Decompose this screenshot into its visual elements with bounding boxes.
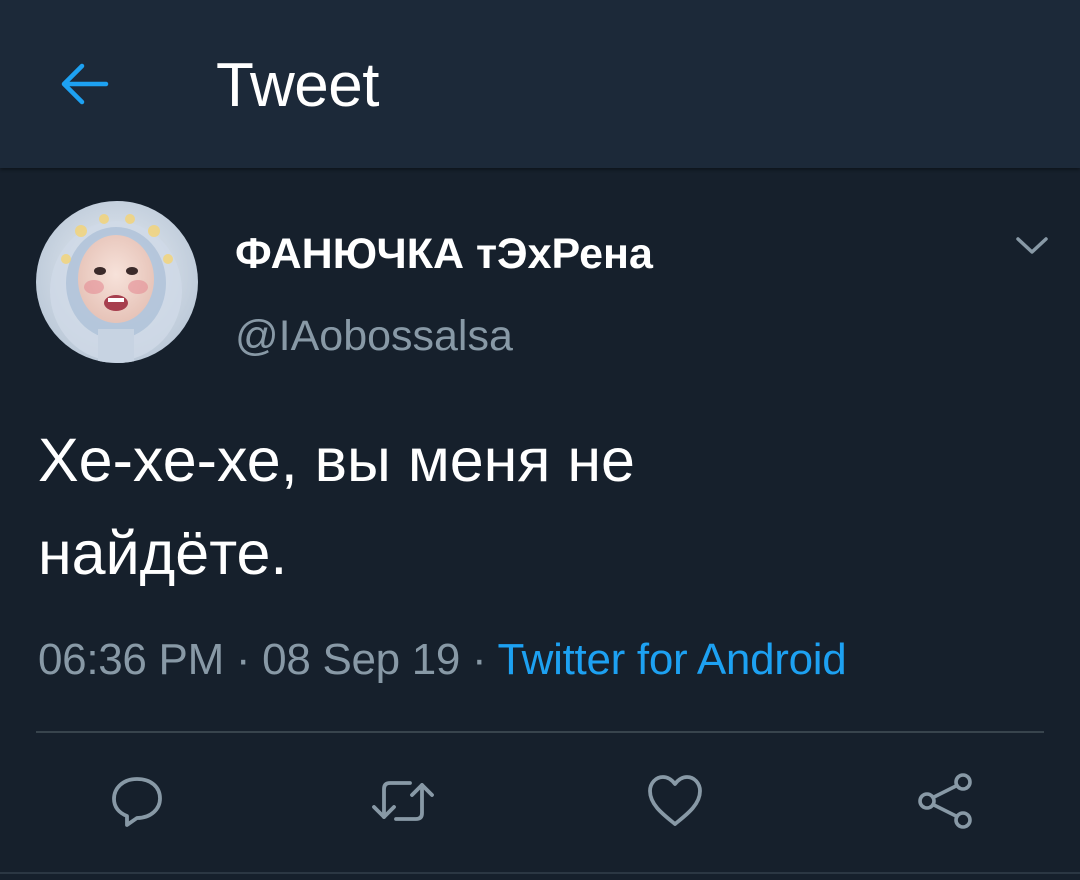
author-handle[interactable]: @IAobossalsa bbox=[235, 310, 513, 362]
separator: · bbox=[472, 635, 487, 684]
back-button[interactable] bbox=[52, 52, 116, 116]
tweet-menu-button[interactable] bbox=[1010, 226, 1054, 266]
divider bbox=[36, 731, 1044, 733]
page-title: Tweet bbox=[216, 51, 379, 120]
share-icon bbox=[918, 773, 972, 829]
divider bbox=[0, 872, 1080, 874]
tweet-detail-screen: Tweet ФАНЮЧКА тЭхРена @IAobossalsa Хе-хе… bbox=[0, 0, 1080, 880]
arrow-left-icon bbox=[61, 63, 109, 105]
like-button[interactable] bbox=[640, 766, 710, 836]
retweet-button[interactable] bbox=[368, 766, 438, 836]
tweet-source-link[interactable]: Twitter for Android bbox=[498, 635, 847, 684]
avatar-photo bbox=[36, 201, 198, 363]
separator: · bbox=[235, 635, 251, 684]
heart-icon bbox=[648, 775, 702, 826]
tweet-time: 06:36 PM bbox=[38, 635, 224, 684]
share-button[interactable] bbox=[910, 766, 980, 836]
retweet-icon bbox=[372, 781, 434, 821]
top-app-bar: Tweet bbox=[0, 0, 1080, 168]
tweet-date: 08 Sep 19 bbox=[262, 635, 461, 684]
comment-icon bbox=[112, 777, 162, 827]
author-display-name[interactable]: ФАНЮЧКА тЭхРена bbox=[235, 228, 653, 280]
reply-button[interactable] bbox=[102, 766, 172, 836]
tweet-metadata: 06:36 PM · 08 Sep 19 · Twitter for Andro… bbox=[38, 630, 847, 690]
chevron-down-icon bbox=[1016, 237, 1048, 254]
tweet-text: Хе-хе-хе, вы меня не найдёте. bbox=[38, 426, 635, 587]
avatar[interactable] bbox=[36, 201, 198, 363]
